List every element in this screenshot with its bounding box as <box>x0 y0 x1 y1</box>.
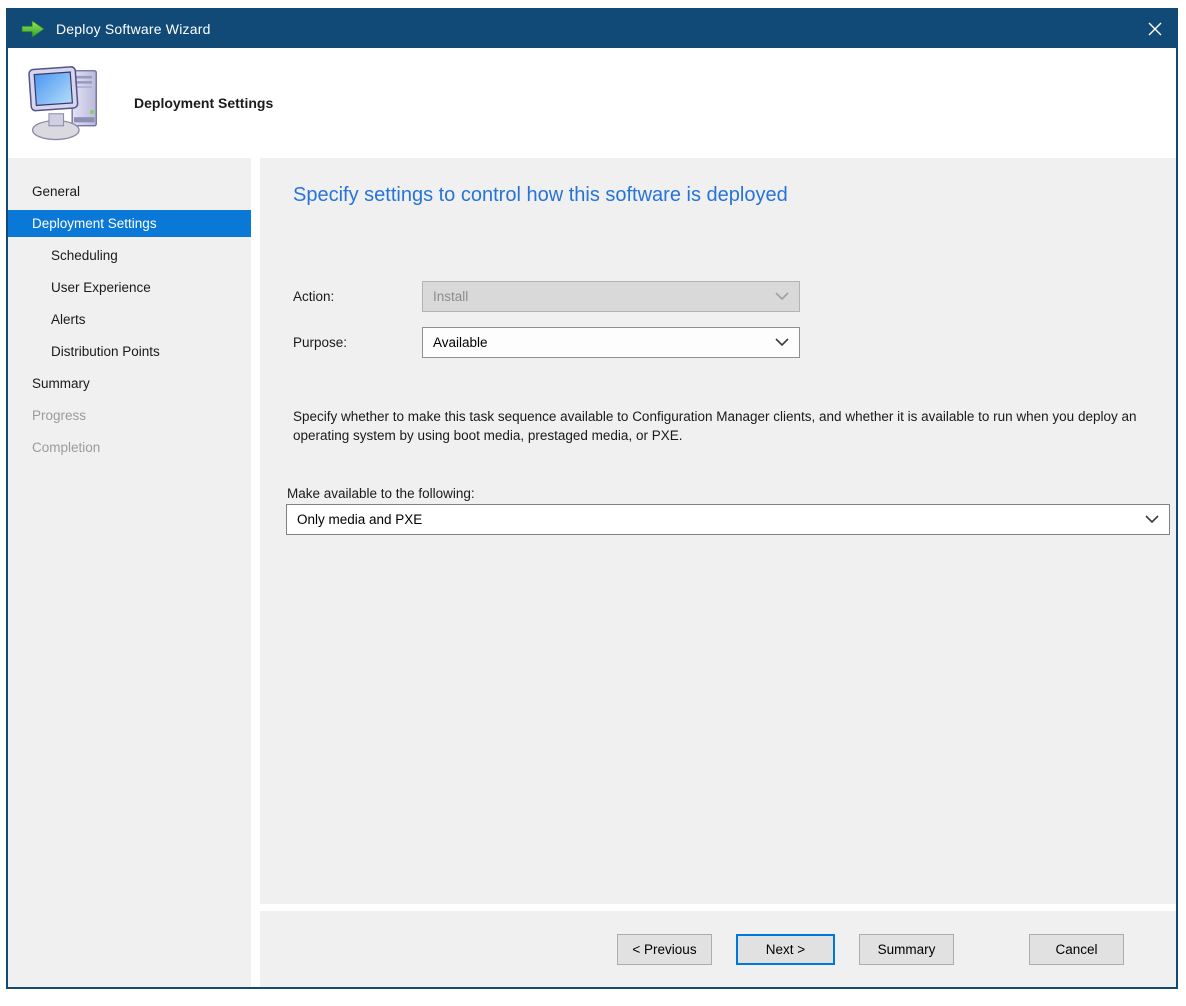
next-button[interactable]: Next > <box>736 934 835 965</box>
action-row: Action: Install <box>260 281 1176 312</box>
deploy-software-wizard-window: Deploy Software Wizard <box>6 8 1178 989</box>
buttonbar-divider <box>260 904 1176 911</box>
sidebar-item-distribution-points[interactable]: Distribution Points <box>8 338 251 365</box>
settings-form: Action: Install Purpose: Available <box>260 281 1176 358</box>
sidebar-item-general[interactable]: General <box>8 178 251 205</box>
content-heading: Specify settings to control how this sof… <box>293 184 1176 207</box>
window-title: Deploy Software Wizard <box>56 21 211 37</box>
wizard-header: Deployment Settings <box>8 48 1176 158</box>
chevron-down-icon <box>1145 515 1159 524</box>
sidebar-item-user-experience[interactable]: User Experience <box>8 274 251 301</box>
content-pane: Specify settings to control how this sof… <box>260 158 1176 904</box>
main-column: Specify settings to control how this sof… <box>260 158 1176 987</box>
action-dropdown: Install <box>422 281 800 312</box>
chevron-down-icon <box>775 338 789 347</box>
action-label: Action: <box>293 289 422 304</box>
previous-button[interactable]: < Previous <box>617 934 712 965</box>
description-text: Specify whether to make this task sequen… <box>293 408 1155 446</box>
sidebar-content-divider <box>251 158 260 987</box>
purpose-value: Available <box>433 335 488 350</box>
button-bar: < Previous Next > Summary Cancel <box>260 911 1176 987</box>
make-available-value: Only media and PXE <box>297 512 422 527</box>
purpose-dropdown[interactable]: Available <box>422 327 800 358</box>
wizard-body: General Deployment Settings Scheduling U… <box>8 158 1176 987</box>
action-value: Install <box>433 289 468 304</box>
title-bar: Deploy Software Wizard <box>8 10 1176 48</box>
sidebar-item-summary[interactable]: Summary <box>8 370 251 397</box>
summary-button[interactable]: Summary <box>859 934 954 965</box>
chevron-down-icon <box>775 292 789 301</box>
purpose-row: Purpose: Available <box>260 327 1176 358</box>
close-icon <box>1148 22 1162 36</box>
sidebar-item-deployment-settings[interactable]: Deployment Settings <box>8 210 251 237</box>
sidebar-item-progress: Progress <box>8 402 251 429</box>
purpose-label: Purpose: <box>293 335 422 350</box>
make-available-label: Make available to the following: <box>287 486 1176 501</box>
sidebar-item-scheduling[interactable]: Scheduling <box>8 242 251 269</box>
sidebar-item-completion: Completion <box>8 434 251 461</box>
make-available-dropdown[interactable]: Only media and PXE <box>286 504 1170 535</box>
cancel-button[interactable]: Cancel <box>1029 934 1124 965</box>
computer-icon <box>24 59 110 147</box>
sidebar-item-alerts[interactable]: Alerts <box>8 306 251 333</box>
wizard-steps-sidebar: General Deployment Settings Scheduling U… <box>8 158 251 987</box>
green-arrow-icon <box>20 18 46 40</box>
page-title: Deployment Settings <box>134 95 273 111</box>
close-button[interactable] <box>1134 10 1176 48</box>
